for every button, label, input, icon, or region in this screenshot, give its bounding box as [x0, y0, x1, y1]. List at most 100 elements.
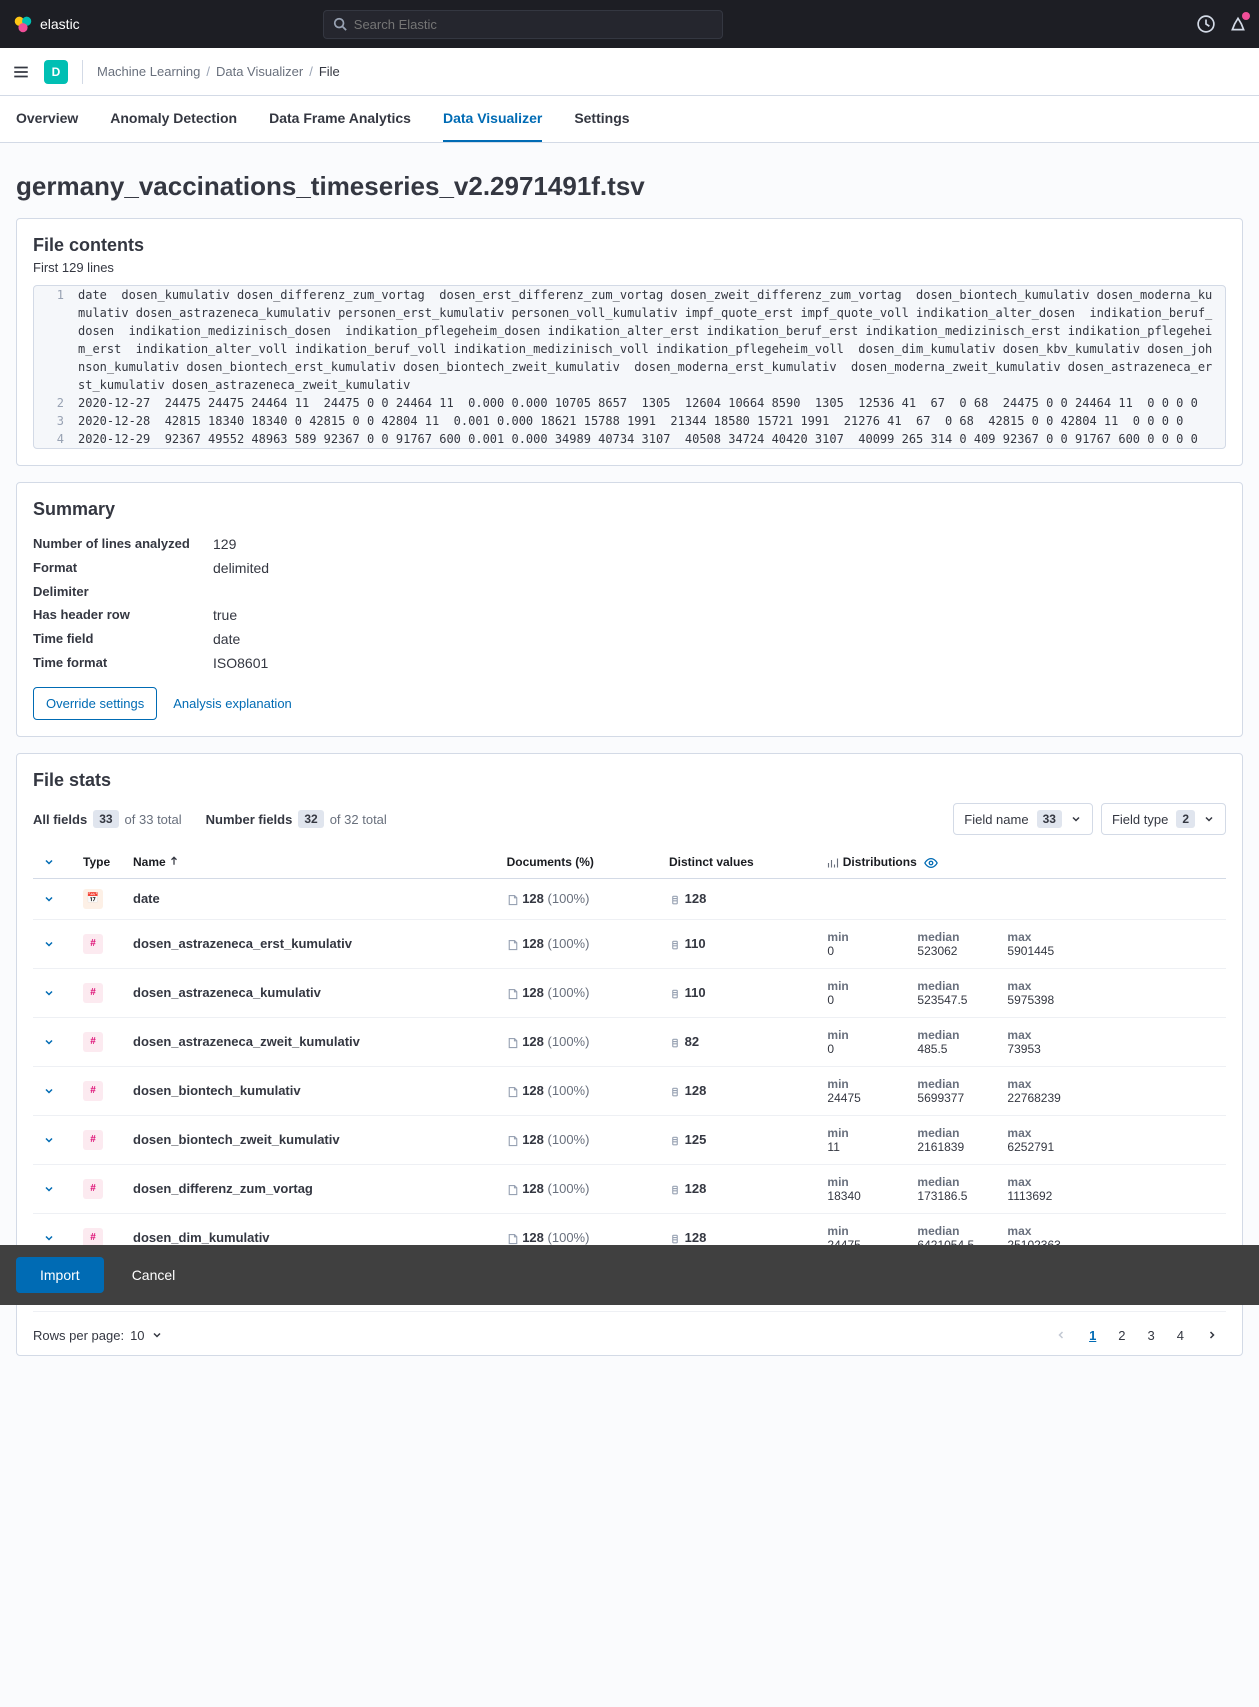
- next-page[interactable]: [1198, 1325, 1226, 1345]
- documents-value: 128 (100%): [497, 1017, 659, 1066]
- expand-row-icon[interactable]: [43, 1085, 63, 1097]
- distribution-cell: min24475median5699377max22768239: [817, 1066, 1226, 1115]
- table-row: #dosen_biontech_kumulativ 128 (100%) 128…: [33, 1066, 1226, 1115]
- distinct-value: 128: [659, 1164, 817, 1213]
- search-icon: [333, 17, 347, 31]
- global-topbar: elastic: [0, 0, 1259, 48]
- subheader: D Machine Learning/Data Visualizer/File: [0, 48, 1259, 96]
- field-name: date: [123, 878, 497, 919]
- distribution-cell: min0median523547.5max5975398: [817, 968, 1226, 1017]
- import-button[interactable]: Import: [16, 1257, 104, 1293]
- help-icon[interactable]: [1197, 15, 1215, 33]
- distribution-cell: min11median2161839max6252791: [817, 1115, 1226, 1164]
- number-fields-filter: Number fields 32 of 32 total: [206, 810, 387, 828]
- summary-title: Summary: [33, 499, 1226, 520]
- field-name: dosen_astrazeneca_zweit_kumulativ: [123, 1017, 497, 1066]
- cancel-button[interactable]: Cancel: [116, 1257, 192, 1293]
- field-name: dosen_astrazeneca_kumulativ: [123, 968, 497, 1017]
- tab-data-frame-analytics[interactable]: Data Frame Analytics: [269, 96, 411, 142]
- breadcrumb-data-visualizer[interactable]: Data Visualizer: [216, 64, 303, 79]
- distinct-value: 125: [659, 1115, 817, 1164]
- summary-row: Time fielddate: [33, 631, 1226, 647]
- expand-row-icon[interactable]: [43, 1183, 63, 1195]
- expand-row-icon[interactable]: [43, 1232, 63, 1244]
- expand-row-icon[interactable]: [43, 938, 63, 950]
- expand-row-icon[interactable]: [43, 987, 63, 999]
- table-row: 📅date 128 (100%) 128: [33, 878, 1226, 919]
- field-name: dosen_astrazeneca_erst_kumulativ: [123, 919, 497, 968]
- section-tabs: Overview Anomaly Detection Data Frame An…: [0, 96, 1259, 143]
- distribution-cell: min18340median173186.5max1113692: [817, 1164, 1226, 1213]
- field-name-select[interactable]: Field name 33: [953, 803, 1093, 835]
- table-row: #dosen_biontech_zweit_kumulativ 128 (100…: [33, 1115, 1226, 1164]
- expand-all-icon[interactable]: [43, 856, 55, 868]
- distribution-cell: min0median485.5max73953: [817, 1017, 1226, 1066]
- search-input[interactable]: [323, 10, 723, 39]
- table-row: # dosen_astrazeneca_erst_kumulativ 128 (1…: [33, 919, 1226, 968]
- brand-text: elastic: [40, 16, 80, 32]
- space-avatar[interactable]: D: [44, 60, 68, 84]
- table-row: #dosen_differenz_zum_vortag 128 (100%) 1…: [33, 1164, 1226, 1213]
- chevron-down-icon: [1203, 813, 1215, 825]
- analysis-explanation-link[interactable]: Analysis explanation: [173, 696, 292, 711]
- notifications-icon[interactable]: [1229, 15, 1247, 33]
- field-name: dosen_biontech_kumulativ: [123, 1066, 497, 1115]
- expand-row-icon[interactable]: [43, 1036, 63, 1048]
- page-title: germany_vaccinations_timeseries_v2.29714…: [16, 171, 1243, 202]
- page-2[interactable]: 2: [1110, 1324, 1133, 1347]
- summary-row: Time formatISO8601: [33, 655, 1226, 671]
- name-header[interactable]: Name: [123, 847, 497, 878]
- page-4[interactable]: 4: [1169, 1324, 1192, 1347]
- documents-value: 128 (100%): [497, 919, 659, 968]
- breadcrumb-machine-learning[interactable]: Machine Learning: [97, 64, 200, 79]
- rows-per-page[interactable]: Rows per page: 10: [33, 1328, 163, 1343]
- summary-row: Number of lines analyzed129: [33, 536, 1226, 552]
- file-stats-title: File stats: [33, 770, 1226, 791]
- eye-icon[interactable]: [924, 856, 938, 870]
- summary-row: Delimiter: [33, 584, 1226, 599]
- tab-overview[interactable]: Overview: [16, 96, 78, 142]
- stats-table: Type Name Documents (%) Distinct values …: [33, 847, 1226, 1312]
- code-line: 32020-12-28 42815 18340 18340 0 42815 0 …: [34, 412, 1225, 430]
- expand-row-icon[interactable]: [43, 1134, 63, 1146]
- field-type-icon: #: [83, 1081, 103, 1101]
- code-line: 1date dosen_kumulativ dosen_differenz_zu…: [34, 286, 1225, 394]
- breadcrumb-current: File: [319, 64, 340, 79]
- override-settings-button[interactable]: Override settings: [33, 687, 157, 720]
- file-contents-code: 1date dosen_kumulativ dosen_differenz_zu…: [33, 285, 1226, 449]
- tab-data-visualizer[interactable]: Data Visualizer: [443, 96, 542, 142]
- tab-anomaly-detection[interactable]: Anomaly Detection: [110, 96, 237, 142]
- pagination: Rows per page: 10 1 2 3 4: [33, 1324, 1226, 1347]
- file-contents-title: File contents: [33, 235, 1226, 256]
- prev-page[interactable]: [1047, 1325, 1075, 1345]
- distinct-value: 110: [659, 968, 817, 1017]
- code-line: 22020-12-27 24475 24475 24464 11 24475 0…: [34, 394, 1225, 412]
- breadcrumb: Machine Learning/Data Visualizer/File: [97, 64, 340, 79]
- distinct-value: 82: [659, 1017, 817, 1066]
- field-type-select[interactable]: Field type 2: [1101, 803, 1226, 835]
- menu-toggle-icon[interactable]: [12, 63, 30, 81]
- page-3[interactable]: 3: [1140, 1324, 1163, 1347]
- topbar-actions: [1197, 15, 1247, 33]
- all-fields-filter: All fields 33 of 33 total: [33, 810, 182, 828]
- documents-value: 128 (100%): [497, 1164, 659, 1213]
- field-type-icon: #: [83, 1179, 103, 1199]
- field-name: dosen_biontech_zweit_kumulativ: [123, 1115, 497, 1164]
- tab-settings[interactable]: Settings: [574, 96, 629, 142]
- file-contents-subtitle: First 129 lines: [33, 260, 1226, 275]
- summary-row: Has header rowtrue: [33, 607, 1226, 623]
- field-type-icon: #: [83, 1032, 103, 1052]
- distribution-cell: [817, 878, 1226, 919]
- chevron-down-icon: [151, 1329, 163, 1341]
- documents-value: 128 (100%): [497, 968, 659, 1017]
- stats-filters: All fields 33 of 33 total Number fields …: [33, 803, 1226, 835]
- page-1[interactable]: 1: [1081, 1324, 1104, 1347]
- distinct-value: 128: [659, 1066, 817, 1115]
- field-type-icon: #: [83, 934, 103, 954]
- sort-asc-icon: [169, 856, 179, 866]
- field-type-icon: #: [83, 1130, 103, 1150]
- summary-row: Formatdelimited: [33, 560, 1226, 576]
- elastic-logo[interactable]: elastic: [12, 13, 80, 35]
- code-line: 42020-12-29 92367 49552 48963 589 92367 …: [34, 430, 1225, 448]
- expand-row-icon[interactable]: [43, 893, 63, 905]
